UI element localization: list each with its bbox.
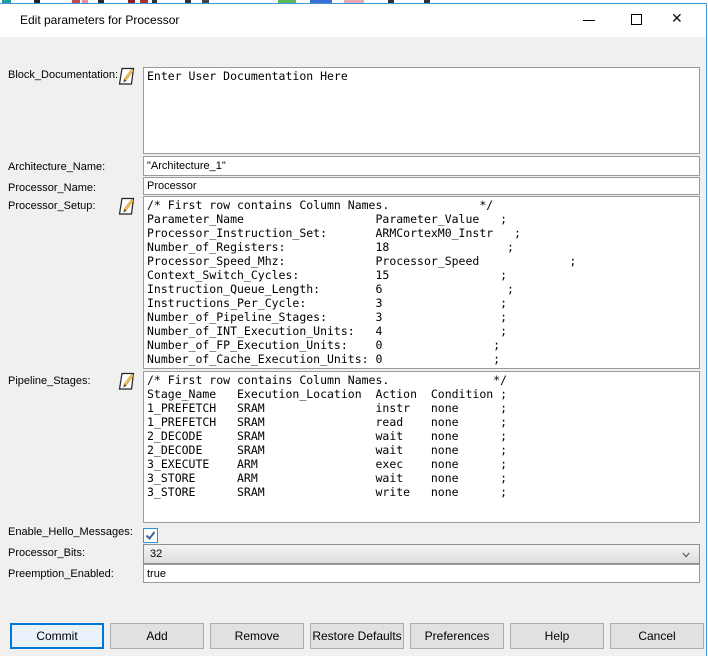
preferences-button[interactable]: Preferences xyxy=(410,623,504,649)
dialog-titlebar: Edit parameters for Processor ✕ xyxy=(0,4,706,37)
edit-block-documentation-button[interactable] xyxy=(118,67,137,86)
close-button[interactable]: ✕ xyxy=(662,4,696,37)
pipeline-stages-label: Pipeline_Stages: xyxy=(8,375,91,387)
processor-bits-label: Processor_Bits: xyxy=(8,547,85,559)
processor-setup-textarea[interactable]: /* First row contains Column Names. */ P… xyxy=(143,196,700,369)
add-button[interactable]: Add xyxy=(110,623,204,649)
edit-pipeline-stages-button[interactable] xyxy=(118,372,137,391)
edit-processor-setup-button[interactable] xyxy=(118,197,137,216)
preemption-enabled-input[interactable] xyxy=(143,564,700,583)
processor-bits-select[interactable]: 32 xyxy=(143,544,700,564)
block-documentation-label: Block_Documentation: xyxy=(8,69,118,81)
processor-name-input[interactable] xyxy=(143,177,700,195)
architecture-name-label: Architecture_Name: xyxy=(8,161,105,173)
pencil-note-icon xyxy=(118,67,137,86)
enable-hello-messages-label: Enable_Hello_Messages: xyxy=(8,526,133,538)
minimize-icon xyxy=(583,20,595,21)
commit-button[interactable]: Commit xyxy=(10,623,104,649)
processor-bits-value: 32 xyxy=(150,548,162,560)
architecture-name-input[interactable] xyxy=(143,156,700,176)
maximize-button[interactable] xyxy=(620,4,654,37)
maximize-icon xyxy=(631,14,642,25)
pencil-note-icon xyxy=(118,372,137,391)
chevron-down-icon xyxy=(682,551,690,559)
restore-defaults-button[interactable]: Restore Defaults xyxy=(310,623,404,649)
preemption-enabled-label: Preemption_Enabled: xyxy=(8,568,114,580)
block-documentation-textarea[interactable]: Enter User Documentation Here xyxy=(143,67,700,154)
dialog-button-row: Commit Add Remove Restore Defaults Prefe… xyxy=(10,623,704,649)
dialog-title: Edit parameters for Processor xyxy=(20,13,179,27)
check-icon xyxy=(144,529,157,542)
remove-button[interactable]: Remove xyxy=(210,623,304,649)
pipeline-stages-textarea[interactable]: /* First row contains Column Names. */ S… xyxy=(143,371,700,523)
minimize-button[interactable] xyxy=(572,4,606,37)
processor-setup-label: Processor_Setup: xyxy=(8,200,95,212)
pencil-note-icon xyxy=(118,197,137,216)
cancel-button[interactable]: Cancel xyxy=(610,623,704,649)
screen: Edit parameters for Processor ✕ Block_Do… xyxy=(0,0,708,656)
enable-hello-messages-checkbox[interactable] xyxy=(143,528,158,543)
processor-name-label: Processor_Name: xyxy=(8,182,96,194)
edit-parameters-dialog: Edit parameters for Processor ✕ Block_Do… xyxy=(0,3,707,656)
help-button[interactable]: Help xyxy=(510,623,604,649)
close-icon: ✕ xyxy=(671,11,683,27)
